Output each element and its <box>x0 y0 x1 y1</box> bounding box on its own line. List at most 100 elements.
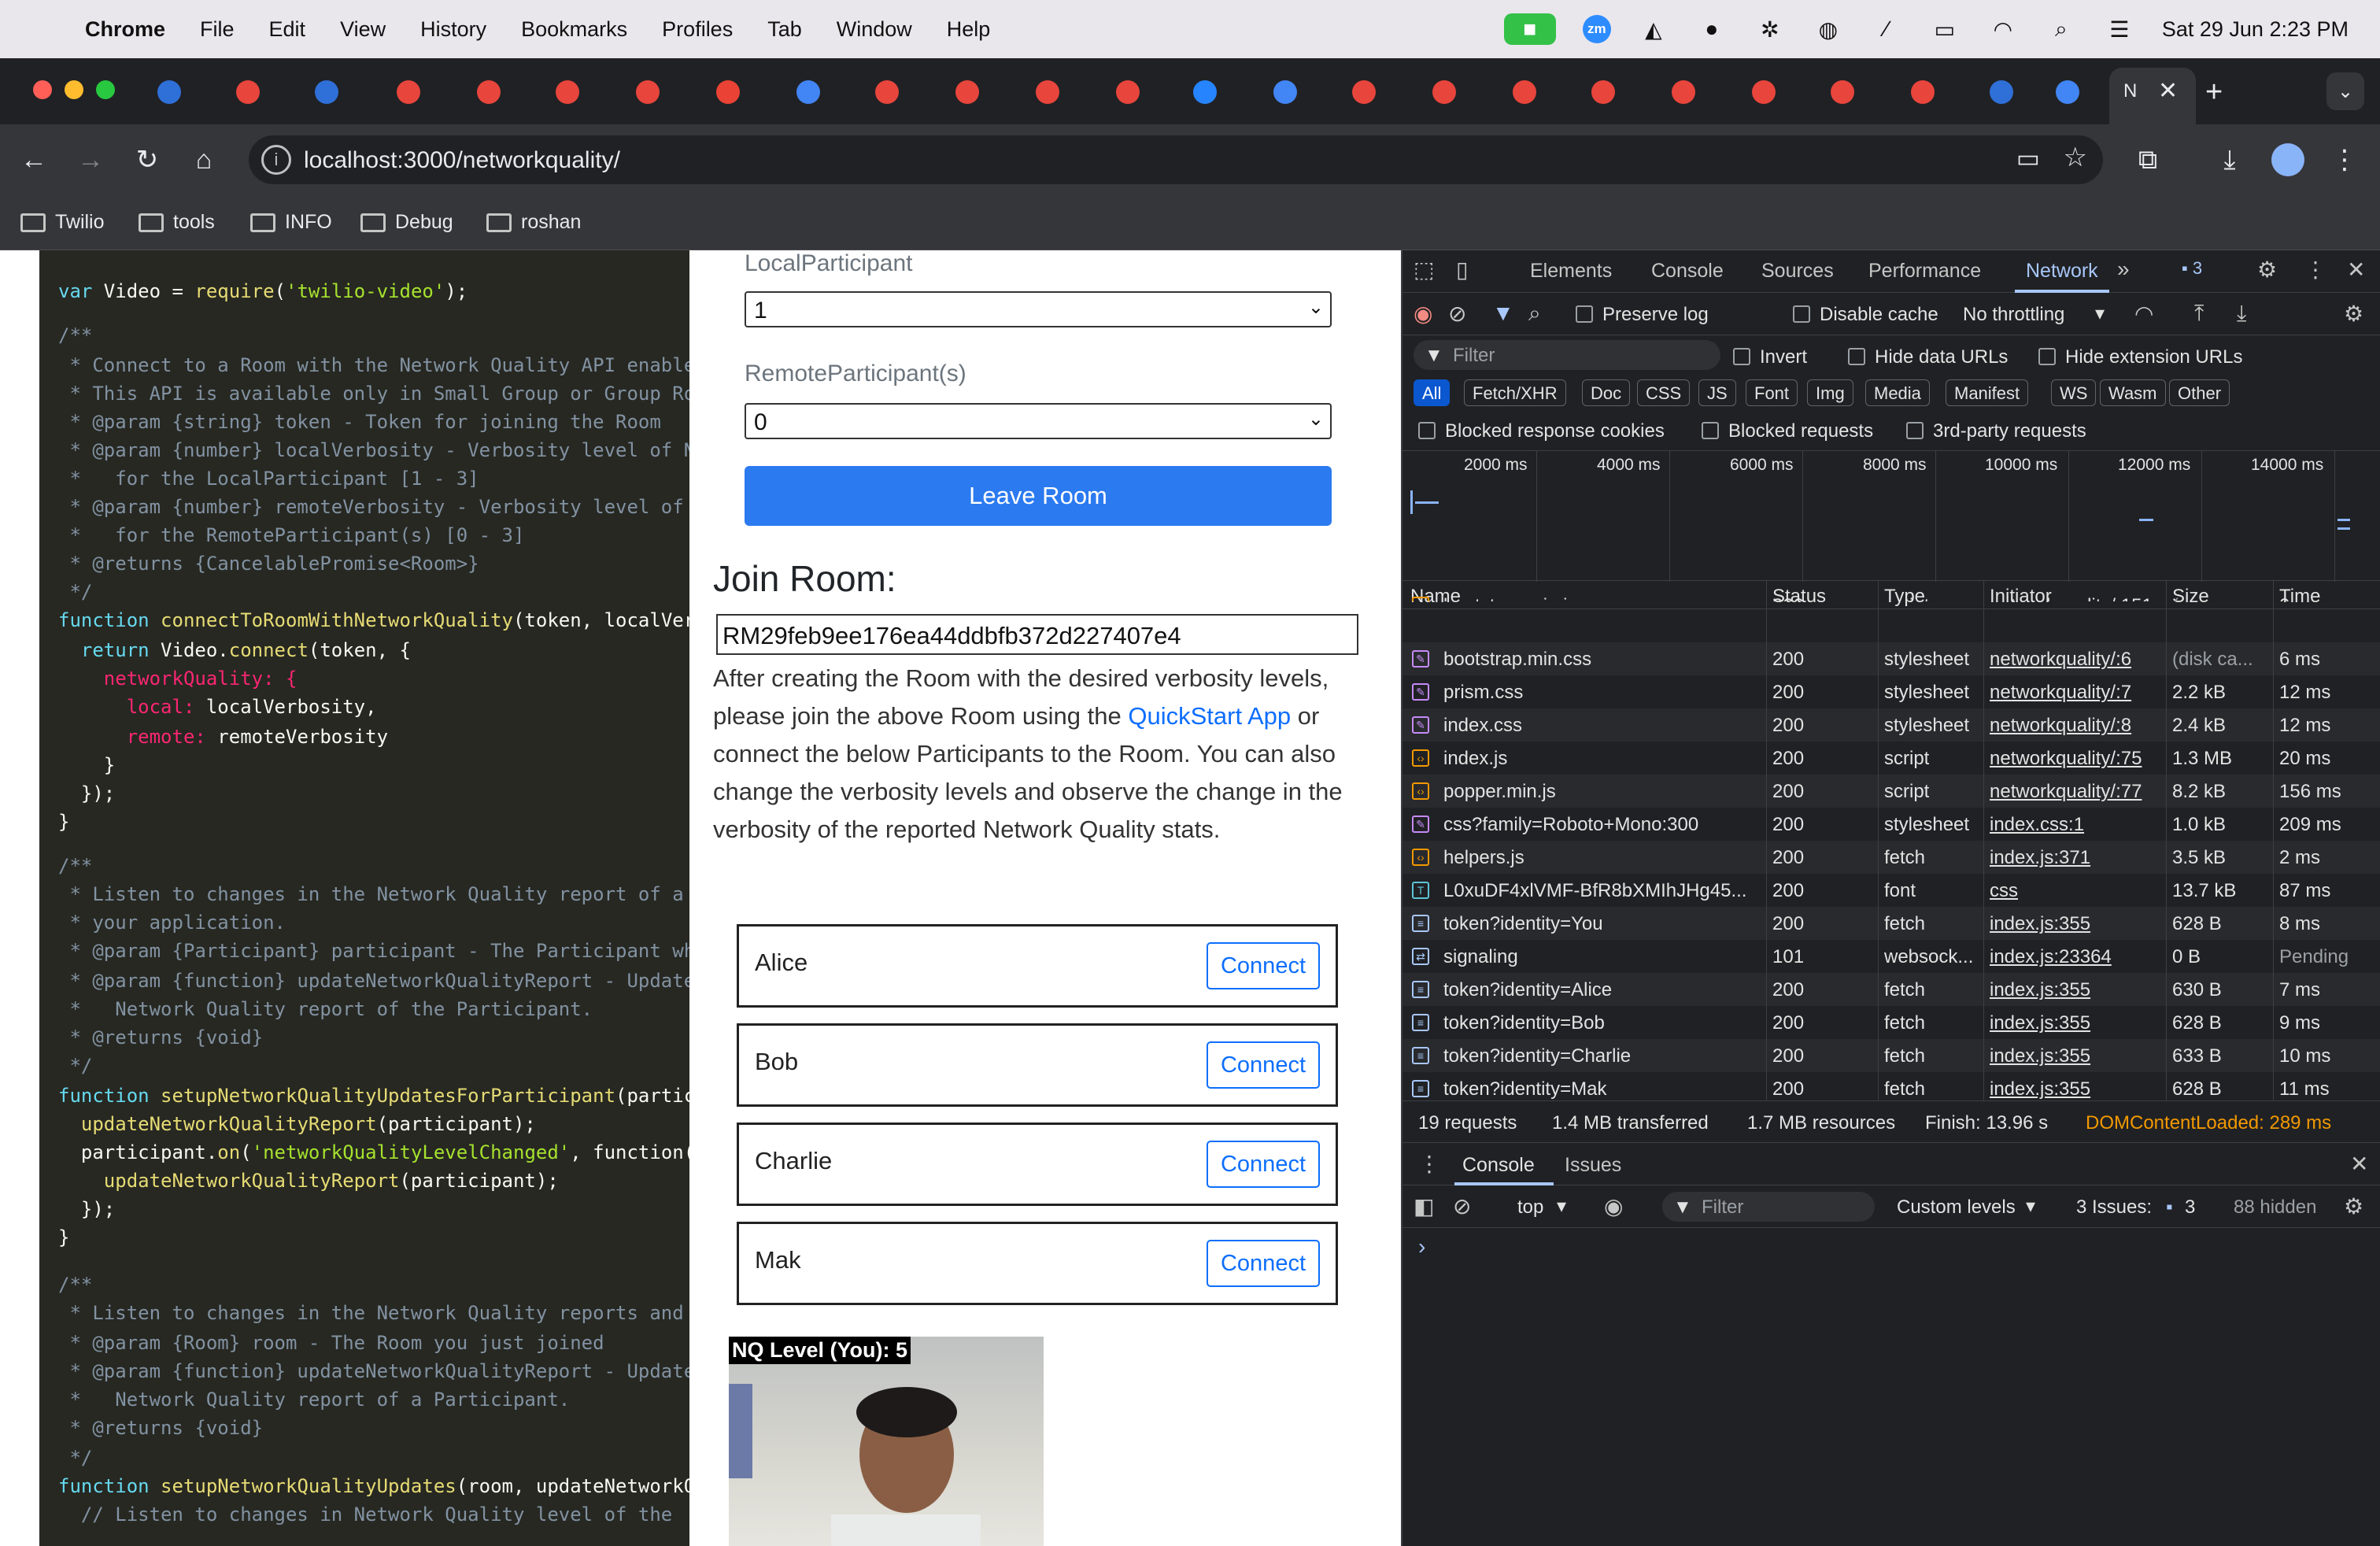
menu-history[interactable]: History <box>420 17 486 42</box>
network-request-row[interactable]: ‹› popper.min.js 200 script networkquality/:… <box>1402 775 2380 808</box>
disable-cache-checkbox[interactable] <box>1793 305 1810 323</box>
window-minimize-icon[interactable] <box>65 80 83 99</box>
bookmark-tools[interactable]: tools <box>139 211 215 234</box>
chip-ws[interactable]: WS <box>2051 379 2097 406</box>
tab-favicon-icon[interactable] <box>1352 80 1376 104</box>
chip-doc[interactable]: Doc <box>1582 379 1631 406</box>
chip-img[interactable]: Img <box>1807 379 1853 406</box>
menu-tab[interactable]: Tab <box>767 17 802 42</box>
request-initiator[interactable]: css <box>1990 880 2161 902</box>
request-initiator[interactable]: index.js:355 <box>1990 1045 2161 1067</box>
tab-favicon-icon[interactable] <box>1911 80 1935 104</box>
chip-manifest[interactable]: Manifest <box>1946 379 2029 406</box>
clear-console-icon[interactable]: ⊘ <box>1453 1193 1471 1219</box>
more-tabs-icon[interactable]: » <box>2117 257 2130 282</box>
bookmark-star-icon[interactable]: ☆ <box>2064 142 2087 173</box>
filter-funnel-icon[interactable]: ▼ <box>1492 301 1514 326</box>
network-request-row[interactable]: ✎ index.css 200 stylesheet networkquality/:8… <box>1402 708 2380 742</box>
settings-gear-icon[interactable]: ⚙ <box>2257 257 2277 283</box>
network-request-row[interactable]: ✎ prism.css 200 stylesheet networkquality/:7… <box>1402 675 2380 708</box>
invert-checkbox[interactable] <box>1733 348 1750 365</box>
app-status-icon[interactable]: ◭ <box>1638 13 1669 45</box>
chrome-menu-icon[interactable]: ⋮ <box>2326 142 2363 178</box>
tab-favicon-icon[interactable] <box>477 80 501 104</box>
drawer-tab-issues[interactable]: Issues <box>1565 1154 1621 1177</box>
tab-favicon-icon[interactable] <box>1591 80 1615 104</box>
window-zoom-icon[interactable] <box>96 80 115 99</box>
tab-network[interactable]: Network <box>2026 260 2098 283</box>
chip-js[interactable]: JS <box>1698 379 1736 406</box>
chip-css[interactable]: CSS <box>1637 379 1691 406</box>
close-devtools-icon[interactable]: ✕ <box>2347 257 2365 283</box>
blocked-cookies-checkbox[interactable] <box>1418 422 1436 439</box>
tab-favicon-icon[interactable] <box>636 80 660 104</box>
console-settings-icon[interactable]: ⚙ <box>2344 1193 2363 1219</box>
console-filter-input[interactable]: ▼ Filter <box>1662 1192 1875 1222</box>
network-request-row[interactable]: ⇄ signaling 101 websock... index.js:23364 0 B… <box>1402 940 2380 973</box>
close-tab-icon[interactable]: ✕ <box>2158 77 2178 105</box>
home-icon[interactable]: ⌂ <box>186 142 222 178</box>
battery-icon[interactable]: ▭ <box>1929 13 1961 45</box>
menu-profiles[interactable]: Profiles <box>662 17 733 42</box>
menu-help[interactable]: Help <box>947 17 991 42</box>
spotlight-search-icon[interactable]: ⌕ <box>2046 13 2077 45</box>
site-info-icon[interactable]: i <box>261 145 291 175</box>
chip-other[interactable]: Other <box>2169 379 2230 406</box>
tab-favicon-icon[interactable] <box>796 80 820 104</box>
network-request-row[interactable]: ≡ token?identity=Alice 200 fetch index.js:35… <box>1402 973 2380 1006</box>
tab-favicon-icon[interactable] <box>1193 80 1217 104</box>
tab-favicon-icon[interactable] <box>2056 80 2079 104</box>
vpn-globe-icon[interactable]: ◍ <box>1813 13 1844 45</box>
menu-view[interactable]: View <box>340 17 386 42</box>
tab-console[interactable]: Console <box>1651 260 1724 283</box>
tab-favicon-icon[interactable] <box>1513 80 1536 104</box>
tab-favicon-icon[interactable] <box>1672 80 1695 104</box>
quickstart-app-link[interactable]: QuickStart App <box>1128 702 1291 730</box>
request-initiator[interactable]: index.js:23364 <box>1990 946 2161 968</box>
check-circle-icon[interactable]: ● <box>1696 13 1728 45</box>
filter-input[interactable]: ▼ Filter <box>1414 340 1720 370</box>
chip-all[interactable]: All <box>1414 379 1451 406</box>
live-expression-eye-icon[interactable]: ◉ <box>1604 1193 1623 1219</box>
tab-favicon-icon[interactable] <box>875 80 899 104</box>
forward-icon[interactable]: → <box>72 142 109 178</box>
request-initiator[interactable]: networkquality/:6 <box>1990 649 2161 671</box>
tab-favicon-icon[interactable] <box>556 80 579 104</box>
inspect-element-icon[interactable]: ⬚ <box>1414 257 1434 283</box>
network-request-row[interactable]: ‹› index.js 200 script networkquality/:75 1.3… <box>1402 742 2380 775</box>
menu-bookmarks[interactable]: Bookmarks <box>521 17 627 42</box>
room-sid-input[interactable]: RM29feb9ee176ea44ddbfb372d227407e4 <box>716 614 1358 655</box>
search-icon[interactable]: ⌕ <box>1528 301 1541 327</box>
context-select[interactable]: top <box>1517 1196 1543 1219</box>
network-request-row[interactable]: ✎ css?family=Roboto+Mono:300 200 stylesheet… <box>1402 808 2380 841</box>
blocked-requests-checkbox[interactable] <box>1702 422 1719 439</box>
cast-camera-icon[interactable]: ▭ <box>2016 143 2040 173</box>
console-prompt[interactable]: › <box>1418 1234 1425 1259</box>
tab-favicon-icon[interactable] <box>397 80 420 104</box>
drawer-menu-icon[interactable]: ⋮ <box>1418 1151 1440 1177</box>
connect-charlie-button[interactable]: Connect <box>1207 1141 1320 1188</box>
tab-favicon-icon[interactable] <box>157 80 181 104</box>
hide-data-urls-checkbox[interactable] <box>1848 348 1865 365</box>
butterfly-icon[interactable]: ✲ <box>1754 13 1786 45</box>
request-initiator[interactable]: index.js:355 <box>1990 1078 2161 1100</box>
close-drawer-icon[interactable]: ✕ <box>2350 1151 2368 1177</box>
bookmark-debug[interactable]: Debug <box>360 211 453 234</box>
menu-window[interactable]: Window <box>837 17 912 42</box>
slash-icon[interactable]: ∕ <box>1871 13 1902 45</box>
issues-label[interactable]: 3 Issues: <box>2076 1196 2152 1219</box>
profile-avatar[interactable] <box>2271 143 2304 176</box>
tab-search-icon[interactable]: ⌄ <box>2326 72 2364 110</box>
tab-favicon-icon[interactable] <box>1116 80 1140 104</box>
url-text[interactable]: localhost:3000/networkquality/ <box>304 147 620 174</box>
tab-favicon-icon[interactable] <box>1432 80 1456 104</box>
remote-verbosity-select[interactable]: 0 ⌄ <box>745 403 1332 439</box>
local-verbosity-select[interactable]: 1 ⌄ <box>745 291 1332 327</box>
address-bar[interactable]: i localhost:3000/networkquality/ ▭ ☆ <box>249 135 2103 184</box>
request-initiator[interactable]: networkquality/:151 <box>1990 595 2161 601</box>
back-icon[interactable]: ← <box>16 142 52 178</box>
extensions-icon[interactable]: ⧉ <box>2130 142 2166 178</box>
active-tab[interactable]: N ✕ <box>2109 68 2196 124</box>
menu-file[interactable]: File <box>200 17 235 42</box>
network-overview-timeline[interactable]: 2000 ms 4000 ms 6000 ms 8000 ms 10000 ms… <box>1402 450 2380 582</box>
